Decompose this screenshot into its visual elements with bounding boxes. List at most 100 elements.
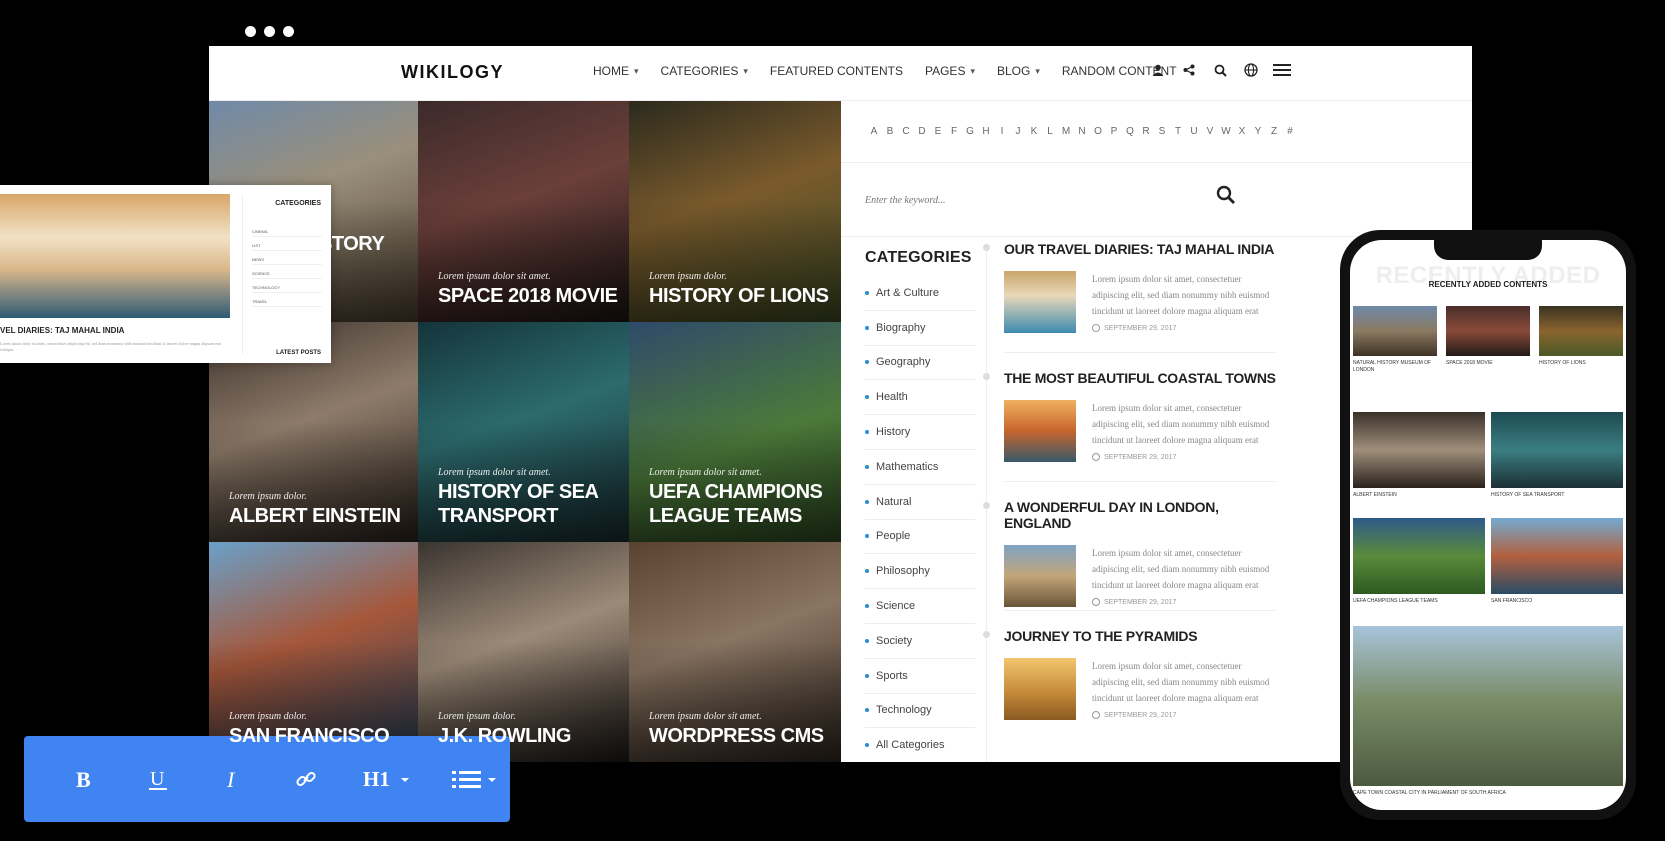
alphabet-letter[interactable]: N (1077, 126, 1087, 137)
nav-pages[interactable]: PAGES ▾ (925, 64, 975, 78)
italic-icon[interactable]: I (214, 761, 250, 797)
nav-categories[interactable]: CATEGORIES ▾ (661, 64, 748, 78)
category-label: Science (876, 600, 916, 613)
tile-space-2018-movie[interactable]: Lorem ipsum dolor sit amet. SPACE 2018 MO… (418, 101, 629, 322)
nav-home[interactable]: HOME ▾ (593, 64, 639, 78)
category-item[interactable]: History (865, 415, 975, 450)
alphabet-letter[interactable]: W (1221, 126, 1231, 137)
post-thumbnail[interactable] (1004, 658, 1076, 720)
post-title[interactable]: OUR TRAVEL DIARIES: TAJ MAHAL INDIA (1004, 241, 1276, 257)
alphabet-letter[interactable]: K (1029, 126, 1039, 137)
search-icon[interactable] (1211, 61, 1229, 79)
alphabet-letter[interactable]: H (981, 126, 991, 137)
post-thumbnail[interactable] (1004, 545, 1076, 607)
tile-history-of-sea-transport[interactable]: Lorem ipsum dolor sit amet. HISTORY OF SE… (418, 322, 629, 542)
alphabet-letter[interactable]: L (1045, 126, 1055, 137)
search-submit-icon[interactable] (1216, 185, 1238, 207)
phone-item-image[interactable] (1539, 306, 1623, 356)
nav-featured-contents[interactable]: FEATURED CONTENTS (770, 64, 903, 78)
tile-wordpress-cms[interactable]: Lorem ipsum dolor sit amet. WORDPRESS CMS (629, 542, 841, 762)
phone-item-title[interactable]: HISTORY OF LIONS (1539, 360, 1621, 367)
site-logo[interactable]: WIKILOGY (401, 62, 504, 83)
post-date: SEPTEMBER 29, 2017 (1092, 598, 1276, 606)
card-post-title[interactable]: VEL DIARIES: TAJ MAHAL INDIA (0, 326, 124, 335)
post-title[interactable]: JOURNEY TO THE PYRAMIDS (1004, 628, 1276, 644)
phone-item-image[interactable] (1491, 518, 1623, 594)
category-item[interactable]: Technology (865, 694, 975, 729)
phone-item-title[interactable]: NATURAL HISTORY MUSEUM OF LONDON (1353, 360, 1435, 374)
phone-item-image[interactable] (1353, 626, 1623, 786)
alphabet-letter[interactable]: E (933, 126, 943, 137)
post-title[interactable]: A WONDERFUL DAY IN LONDON, ENGLAND (1004, 499, 1276, 531)
phone-item-title[interactable]: SPACE 2018 MOVIE (1446, 360, 1528, 367)
alphabet-letter[interactable]: U (1189, 126, 1199, 137)
alphabet-letter[interactable]: D (917, 126, 927, 137)
menu-icon[interactable] (1273, 61, 1291, 79)
alphabet-letter[interactable]: Z (1269, 126, 1279, 137)
category-item[interactable]: Science (865, 589, 975, 624)
alphabet-letter[interactable]: J (1013, 126, 1023, 137)
alphabet-letter[interactable]: V (1205, 126, 1215, 137)
phone-item-title[interactable]: ALBERT EINSTEIN (1353, 492, 1483, 499)
tile-history-of-lions[interactable]: Lorem ipsum dolor. HISTORY OF LIONS (629, 101, 841, 322)
tile-uefa-champions-league-teams[interactable]: Lorem ipsum dolor sit amet. UEFA CHAMPION… (629, 322, 841, 542)
alphabet-letter[interactable]: # (1285, 126, 1295, 137)
nav-label: PAGES (924, 64, 966, 78)
alphabet-letter[interactable]: X (1237, 126, 1247, 137)
list-dropdown-icon[interactable] (452, 761, 502, 797)
alphabet-letter[interactable]: P (1109, 126, 1119, 137)
search-input[interactable] (865, 189, 1245, 211)
bullet-icon (865, 395, 869, 400)
user-icon[interactable] (1149, 61, 1167, 79)
phone-item-title[interactable]: CAPE TOWN COASTAL CITY IN PARLIAMENT OF … (1353, 790, 1623, 797)
category-item[interactable]: Philosophy (865, 554, 975, 590)
underline-icon[interactable]: U (140, 761, 176, 797)
post-title[interactable]: THE MOST BEAUTIFUL COASTAL TOWNS (1004, 370, 1276, 386)
category-item[interactable]: Society (865, 624, 975, 659)
link-icon[interactable] (288, 761, 324, 797)
alphabet-letter[interactable]: Y (1253, 126, 1263, 137)
phone-item-image[interactable] (1353, 306, 1437, 356)
alphabet-letter[interactable]: T (1173, 126, 1183, 137)
globe-icon[interactable] (1242, 61, 1260, 79)
tile-jk-rowling[interactable]: Lorem ipsum dolor. J.K. ROWLING (418, 542, 629, 762)
phone-item-image[interactable] (1353, 518, 1485, 594)
post-thumbnail[interactable] (1004, 271, 1076, 333)
tile-subtitle: Lorem ipsum dolor. (229, 711, 307, 722)
share-icon[interactable] (1180, 61, 1198, 79)
phone-item-image[interactable] (1353, 412, 1485, 488)
category-item[interactable]: People (865, 520, 975, 555)
alphabet-letter[interactable]: M (1061, 126, 1071, 137)
post-thumbnail[interactable] (1004, 400, 1076, 462)
category-item[interactable]: Mathematics (865, 450, 975, 485)
nav-blog[interactable]: BLOG ▾ (997, 64, 1040, 78)
chevron-down-icon: ▾ (1035, 65, 1040, 76)
category-item[interactable]: Art & Culture (865, 276, 975, 311)
bullet-icon (865, 499, 869, 504)
phone-item-title[interactable]: UEFA CHAMPIONS LEAGUE TEAMS (1353, 598, 1483, 605)
bold-icon[interactable]: B (66, 761, 102, 797)
tile-san-francisco[interactable]: Lorem ipsum dolor. SAN FRANCISCO (209, 542, 418, 762)
alphabet-letter[interactable]: F (949, 126, 959, 137)
phone-item-image[interactable] (1446, 306, 1530, 356)
alphabet-letter[interactable]: R (1141, 126, 1151, 137)
category-item[interactable]: Health (865, 380, 975, 416)
alphabet-letter[interactable]: O (1093, 126, 1103, 137)
alphabet-letter[interactable]: A (869, 126, 879, 137)
phone-item-title[interactable]: HISTORY OF SEA TRANSPORT (1491, 492, 1621, 499)
alphabet-letter[interactable]: S (1157, 126, 1167, 137)
alphabet-letter[interactable]: I (997, 126, 1007, 137)
phone-item-image[interactable] (1491, 412, 1623, 488)
alphabet-letter[interactable]: C (901, 126, 911, 137)
phone-screen: RECENTLY ADDED RECENTLY ADDED CONTENTS N… (1350, 240, 1626, 810)
category-item[interactable]: Geography (865, 346, 975, 381)
alphabet-letter[interactable]: B (885, 126, 895, 137)
alphabet-letter[interactable]: G (965, 126, 975, 137)
alphabet-letter[interactable]: Q (1125, 126, 1135, 137)
category-item[interactable]: Biography (865, 311, 975, 346)
category-item[interactable]: Sports (865, 659, 975, 694)
category-item[interactable]: All Categories (865, 728, 975, 762)
category-item[interactable]: Natural (865, 485, 975, 520)
heading-1-dropdown-icon[interactable]: H1 (362, 761, 414, 797)
phone-item-title[interactable]: SAN FRANCISCO (1491, 598, 1621, 605)
